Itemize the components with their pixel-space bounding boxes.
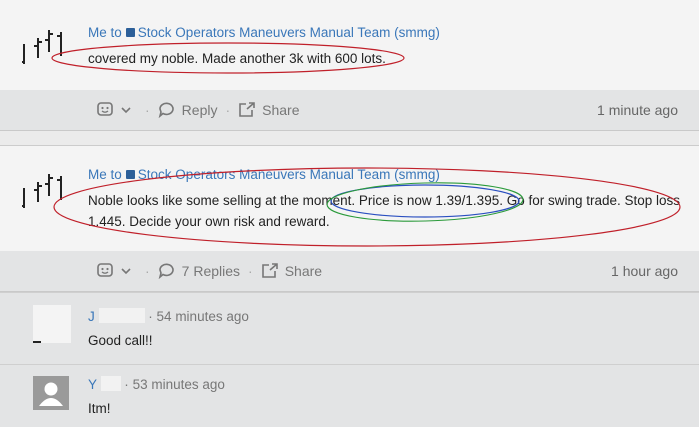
smiley-icon — [97, 263, 113, 277]
avatar — [33, 305, 71, 343]
to-label: to — [110, 25, 122, 40]
post-1: Me to Stock Operators Maneuvers Manual Te… — [0, 0, 699, 91]
share-icon — [239, 102, 255, 117]
reply-label: Reply — [181, 102, 218, 118]
speech-bubble-icon — [158, 263, 174, 279]
post-2-actions: · 7 Replies · Share 1 hour ago — [0, 251, 699, 292]
reply-text: Itm! — [88, 401, 111, 416]
share-button[interactable]: Share — [261, 263, 322, 279]
share-label: Share — [262, 102, 300, 118]
share-icon — [261, 263, 278, 278]
separator-dot: · — [225, 102, 231, 118]
post-header: Me to Stock Operators Maneuvers Manual Te… — [88, 25, 440, 40]
separator-dot: · — [145, 102, 150, 118]
post-text-line: 1.445. Decide your own risk and reward. — [88, 214, 330, 229]
redacted-name — [100, 376, 121, 391]
reply-author-link[interactable]: Y — [88, 377, 97, 392]
post-text: Noble looks like some selling at the mom… — [88, 190, 680, 232]
redacted-name — [98, 308, 145, 323]
reply-text: Good call!! — [88, 333, 153, 348]
team-icon — [125, 170, 135, 179]
separator-dot: · — [145, 263, 150, 279]
avatar-mark — [33, 341, 41, 343]
chevron-down-icon — [121, 107, 131, 114]
post-header: Me to Stock Operators Maneuvers Manual Te… — [88, 167, 440, 182]
reply-header: J · 54 minutes ago — [88, 308, 249, 324]
post-1-actions: · Reply · Share 1 minute ago — [0, 90, 699, 131]
timestamp: 1 hour ago — [611, 263, 678, 279]
team-icon — [125, 28, 135, 37]
post-text: covered my noble. Made another 3k with 6… — [88, 51, 386, 66]
separator-dot: · — [148, 309, 153, 324]
candlestick-logo-icon — [22, 174, 62, 208]
author-link[interactable]: Me — [88, 167, 107, 182]
reaction-button[interactable] — [97, 102, 137, 118]
team-link[interactable]: Stock Operators Maneuvers Manual Team (s… — [138, 25, 440, 40]
replies-button[interactable]: 7 Replies — [158, 263, 240, 279]
reply-author-link[interactable]: J — [88, 309, 95, 324]
to-label: to — [110, 167, 122, 182]
author-link[interactable]: Me — [88, 25, 107, 40]
post-2: Me to Stock Operators Maneuvers Manual Te… — [0, 145, 699, 252]
separator-dot: · — [248, 263, 253, 279]
timestamp: 1 minute ago — [597, 102, 678, 118]
reply-button[interactable]: Reply — [158, 102, 218, 118]
share-button[interactable]: Share — [238, 102, 300, 118]
reply-time: 54 minutes ago — [156, 309, 249, 324]
share-label: Share — [284, 263, 323, 279]
chevron-down-icon — [121, 268, 131, 275]
separator-dot: · — [124, 377, 129, 392]
smiley-icon — [97, 102, 113, 116]
default-avatar-icon — [33, 376, 69, 410]
candlestick-logo-icon — [22, 30, 62, 64]
speech-bubble-icon — [158, 102, 174, 118]
reply-item: Y · 53 minutes ago Itm! — [0, 364, 699, 427]
replies-label: 7 Replies — [181, 263, 241, 279]
team-link[interactable]: Stock Operators Maneuvers Manual Team (s… — [138, 167, 440, 182]
reply-item: J · 54 minutes ago Good call!! — [0, 292, 699, 365]
divider — [0, 131, 699, 145]
reply-time: 53 minutes ago — [132, 377, 225, 392]
reply-header: Y · 53 minutes ago — [88, 376, 225, 392]
reaction-button[interactable] — [97, 263, 137, 279]
post-text-line: Noble looks like some selling at the mom… — [88, 193, 681, 208]
